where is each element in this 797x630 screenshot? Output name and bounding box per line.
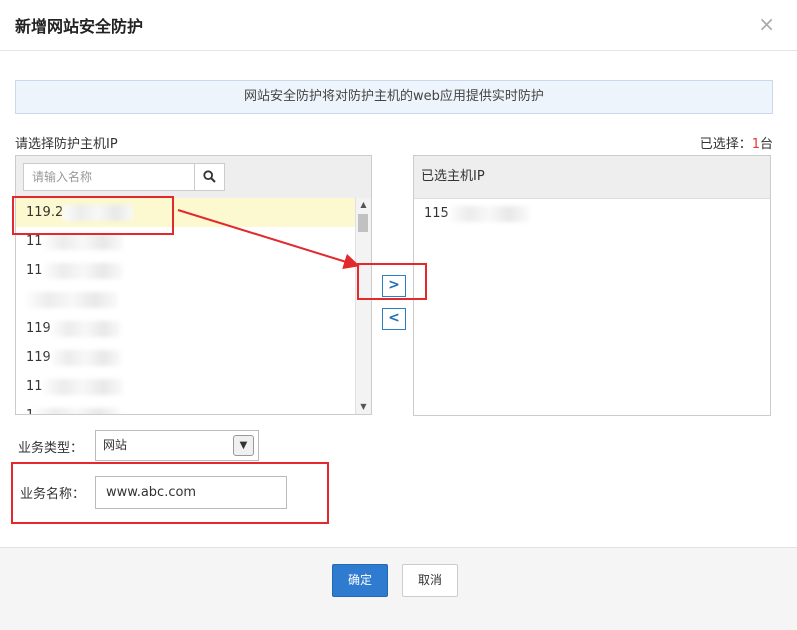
add-protection-dialog: 新增网站安全防护 × 网站安全防护将对防护主机的web应用提供实时防护 请选择防… <box>0 0 797 630</box>
annotation-arrow <box>177 209 360 270</box>
